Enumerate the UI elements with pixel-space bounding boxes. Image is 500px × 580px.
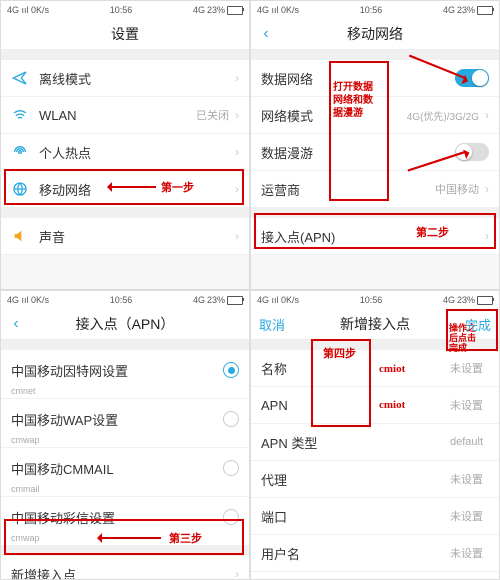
row-network-mode[interactable]: 网络模式4G(优先)/3G/2G› — [251, 97, 499, 134]
status-bar: 4G ııl 0K/s 10:56 4G 23% — [1, 291, 249, 309]
chevron-icon: › — [485, 108, 489, 122]
cancel-button[interactable]: 取消 — [259, 315, 285, 334]
row-carrier[interactable]: 运营商中国移动› — [251, 171, 499, 208]
field-port[interactable]: 端口未设置 — [251, 498, 499, 535]
field-name[interactable]: 名称未设置 — [251, 350, 499, 387]
arrow-3 — [101, 537, 161, 539]
chevron-icon: › — [235, 71, 239, 85]
page-title: 接入点（APN） — [1, 314, 249, 334]
field-apn[interactable]: APN未设置 — [251, 387, 499, 424]
sound-icon — [11, 227, 29, 245]
wifi-icon — [11, 106, 29, 124]
chevron-icon: › — [235, 108, 239, 122]
radio-off[interactable] — [223, 509, 239, 525]
page-title: 新增接入点 — [251, 314, 499, 334]
nav-bar: ‹ 移动网络 — [251, 19, 499, 50]
back-button[interactable]: ‹ — [1, 315, 31, 333]
radio-on[interactable] — [223, 362, 239, 378]
row-wlan[interactable]: WLAN已关闭› — [1, 97, 249, 134]
status-bar: 4G ııl 0K/s 10:56 4G 23% — [1, 1, 249, 19]
page-title: 移动网络 — [251, 24, 499, 44]
hotspot-icon — [11, 143, 29, 161]
apn-option-cmnet[interactable]: 中国移动因特网设置cmnet — [1, 350, 249, 399]
apn-option-cmmail[interactable]: 中国移动CMMAILcmmail — [1, 448, 249, 497]
status-time: 10:56 — [49, 5, 193, 15]
status-bar: 4G ııl 0K/s 10:56 4G 23% — [251, 291, 499, 309]
row-add-apn[interactable]: 新增接入点› — [1, 556, 249, 580]
chevron-icon: › — [235, 182, 239, 196]
field-apn-type[interactable]: APN 类型default — [251, 424, 499, 461]
pane-apn-list: 4G ııl 0K/s 10:56 4G 23% ‹ 接入点（APN） 中国移动… — [0, 290, 250, 580]
field-proxy[interactable]: 代理未设置 — [251, 461, 499, 498]
pane-settings: 4G ııl 0K/s 10:56 4G 23% 设置 离线模式› WLAN已关… — [0, 0, 250, 290]
status-bar: 4G ııl 0K/s 10:56 4G 23% — [251, 1, 499, 19]
chevron-icon: › — [485, 182, 489, 196]
page-title: 设置 — [1, 24, 249, 44]
status-speed: 0K/s — [31, 5, 49, 15]
nav-bar: 取消 新增接入点 完成 — [251, 309, 499, 340]
pane-add-apn: 4G ııl 0K/s 10:56 4G 23% 取消 新增接入点 完成 名称未… — [250, 290, 500, 580]
row-data-network[interactable]: 数据网络 — [251, 60, 499, 97]
done-button[interactable]: 完成 — [465, 315, 491, 334]
status-signal: 4G — [7, 5, 19, 15]
chevron-icon: › — [235, 567, 239, 580]
field-password[interactable]: 密码未设置 — [251, 572, 499, 580]
row-hotspot[interactable]: 个人热点› — [1, 134, 249, 171]
chevron-icon: › — [485, 229, 489, 243]
row-sound[interactable]: 声音› — [1, 218, 249, 255]
nav-bar: ‹ 接入点（APN） — [1, 309, 249, 340]
back-button[interactable]: ‹ — [251, 25, 281, 43]
arrow-1 — [111, 186, 156, 188]
apn-option-cmwap[interactable]: 中国移动WAP设置cmwap — [1, 399, 249, 448]
field-username[interactable]: 用户名未设置 — [251, 535, 499, 572]
globe-icon — [11, 180, 29, 198]
row-mobile-network[interactable]: 移动网络› — [1, 171, 249, 208]
pane-mobile-network: 4G ııl 0K/s 10:56 4G 23% ‹ 移动网络 数据网络 网络模… — [250, 0, 500, 290]
airplane-icon — [11, 69, 29, 87]
chevron-icon: › — [235, 229, 239, 243]
row-airplane[interactable]: 离线模式› — [1, 60, 249, 97]
radio-off[interactable] — [223, 411, 239, 427]
radio-off[interactable] — [223, 460, 239, 476]
row-apn[interactable]: 接入点(APN)› — [251, 218, 499, 255]
nav-bar: 设置 — [1, 19, 249, 50]
chevron-icon: › — [235, 145, 239, 159]
